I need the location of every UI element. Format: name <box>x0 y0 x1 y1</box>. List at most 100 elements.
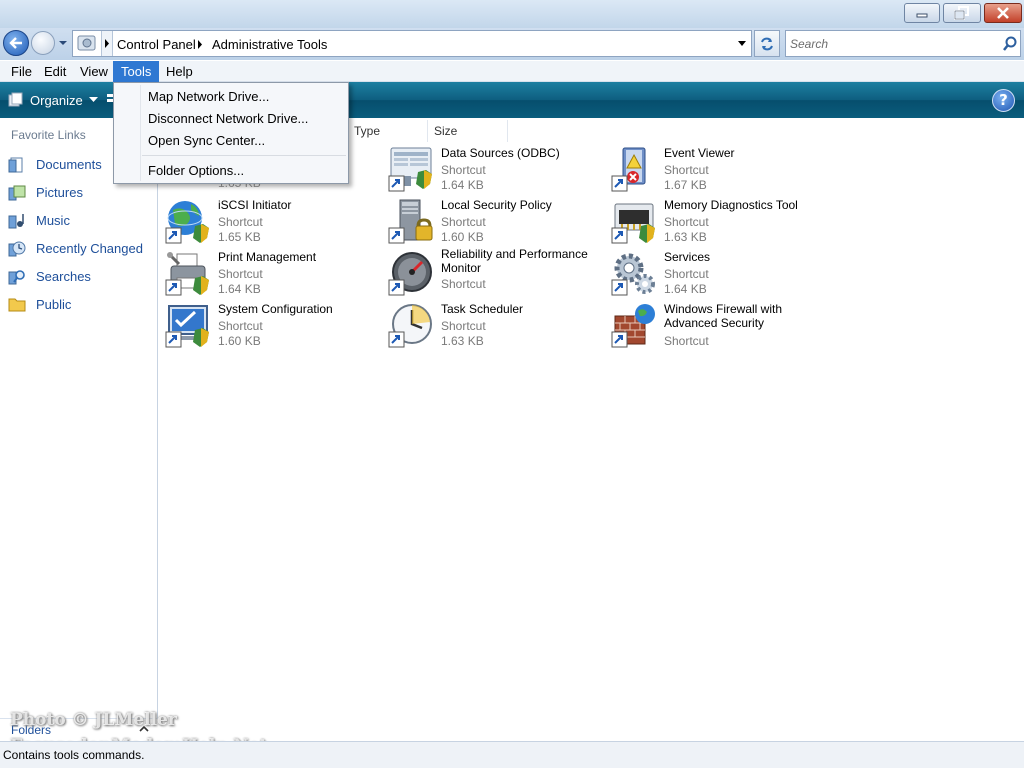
organize-button[interactable]: Organize <box>8 91 98 109</box>
favlink-recently-changed[interactable]: Recently Changed <box>8 238 143 258</box>
menu-gutter <box>140 85 141 181</box>
menu-item-folder-options[interactable]: Folder Options... <box>148 163 244 178</box>
file-item-memory-diagnostics-tool[interactable]: Memory Diagnostics Tool Shortcut 1.63 KB <box>606 196 826 246</box>
favlink-label: Public <box>36 296 72 312</box>
file-item-services[interactable]: Services Shortcut 1.64 KB <box>606 248 826 298</box>
address-row: Control Panel Administrative Tools <box>0 28 1024 60</box>
address-separator[interactable] <box>101 31 113 56</box>
search-icon[interactable] <box>1003 36 1017 52</box>
help-icon[interactable]: ? <box>992 89 1015 112</box>
printer-icon <box>165 252 209 296</box>
file-item-type: Shortcut <box>218 215 263 229</box>
menu-item-map-network-drive[interactable]: Map Network Drive... <box>148 89 269 104</box>
restore-button[interactable] <box>943 3 981 23</box>
performance-gauge-icon <box>388 252 432 296</box>
documents-icon <box>8 157 23 173</box>
file-item-name: Services <box>664 250 711 264</box>
menu-separator <box>142 155 346 156</box>
menu-file[interactable]: File <box>3 61 40 82</box>
search-input[interactable] <box>790 35 990 53</box>
file-item-type: Shortcut <box>441 163 486 177</box>
menu-item-open-sync-center[interactable]: Open Sync Center... <box>148 133 265 148</box>
menu-bar: File Edit View Tools Help <box>0 61 1024 82</box>
address-dropdown-icon[interactable] <box>737 40 747 48</box>
file-item-size: 1.63 KB <box>441 334 484 348</box>
file-item-size: 1.67 KB <box>664 178 707 192</box>
menu-item-disconnect-network-drive[interactable]: Disconnect Network Drive... <box>148 111 308 126</box>
favlink-label: Documents <box>36 156 102 172</box>
file-item-name: Task Scheduler <box>441 302 524 316</box>
file-item-local-security-policy[interactable]: Local Security Policy Shortcut 1.60 KB <box>383 196 603 246</box>
title-bar <box>0 0 1024 28</box>
file-item-windows-firewall[interactable]: Windows Firewall with Advanced Security … <box>606 300 826 350</box>
file-item-size: 1.60 KB <box>441 230 484 244</box>
file-item-type: Shortcut <box>664 267 709 281</box>
file-item-size: 1.65 KB <box>218 230 261 244</box>
close-button[interactable] <box>984 3 1022 23</box>
file-item-name: iSCSI Initiator <box>218 198 292 212</box>
back-button[interactable] <box>3 30 29 56</box>
menu-help[interactable]: Help <box>158 61 201 82</box>
recent-pages-dropdown-icon[interactable] <box>58 38 68 48</box>
status-bar: Contains tools commands. <box>0 741 1024 768</box>
favlink-label: Music <box>36 212 70 228</box>
file-item-data-sources[interactable]: Data Sources (ODBC) Shortcut 1.64 KB <box>383 144 603 194</box>
file-item-type: Shortcut <box>664 163 709 177</box>
control-panel-icon <box>77 35 96 51</box>
searches-icon <box>8 270 25 285</box>
column-header-type[interactable]: Type <box>348 120 428 142</box>
close-icon <box>997 7 1009 19</box>
event-viewer-icon <box>611 147 646 192</box>
file-item-name: Windows Firewall with Advanced Security <box>664 302 783 330</box>
navigation-pane: Favorite Links Documents Pictures Music … <box>0 118 158 741</box>
organize-label: Organize <box>30 92 83 108</box>
menu-tools[interactable]: Tools <box>113 61 160 82</box>
forward-button[interactable] <box>31 31 55 55</box>
favorite-links-title: Favorite Links <box>11 128 86 142</box>
breadcrumb-control-panel[interactable]: Control Panel <box>117 37 196 52</box>
task-scheduler-clock-icon <box>388 304 432 348</box>
restore-icon <box>954 6 969 20</box>
chevron-down-icon <box>88 97 98 102</box>
favlink-label: Pictures <box>36 184 83 200</box>
system-config-icon <box>165 305 209 348</box>
firewall-icon <box>611 304 655 348</box>
favlink-label: Recently Changed <box>36 240 143 256</box>
file-item-name: Reliability and Performance Monitor <box>441 247 588 275</box>
address-bar[interactable]: Control Panel Administrative Tools <box>72 30 752 57</box>
file-item-name: Memory Diagnostics Tool <box>664 198 798 212</box>
file-item-type: Shortcut <box>664 215 709 229</box>
security-policy-icon <box>388 199 433 244</box>
menu-edit[interactable]: Edit <box>36 61 74 82</box>
column-header-size[interactable]: Size <box>428 120 508 142</box>
chevron-right-icon <box>105 39 109 48</box>
file-item-name: System Configuration <box>218 302 333 316</box>
file-item-event-viewer[interactable]: Event Viewer Shortcut 1.67 KB <box>606 144 826 194</box>
favlink-music[interactable]: Music <box>8 210 70 230</box>
file-item-type: Shortcut <box>218 319 263 333</box>
iscsi-globe-icon <box>165 201 209 244</box>
favlink-documents[interactable]: Documents <box>8 154 102 174</box>
services-gears-icon <box>611 253 655 296</box>
minimize-icon <box>916 13 928 18</box>
minimize-button[interactable] <box>904 3 940 23</box>
menu-view[interactable]: View <box>72 61 116 82</box>
favlink-pictures[interactable]: Pictures <box>8 182 83 202</box>
file-item-reliability-performance-monitor[interactable]: Reliability and Performance Monitor Shor… <box>383 247 603 298</box>
public-folder-icon <box>8 298 26 312</box>
file-item-size: 1.64 KB <box>664 282 707 296</box>
pictures-icon <box>8 185 26 201</box>
music-icon <box>8 214 24 229</box>
favlink-public[interactable]: Public <box>8 294 71 314</box>
refresh-button[interactable] <box>754 30 780 57</box>
file-item-iscsi-initiator[interactable]: iSCSI Initiator Shortcut 1.65 KB <box>160 196 380 246</box>
file-item-task-scheduler[interactable]: Task Scheduler Shortcut 1.63 KB <box>383 300 603 350</box>
chevron-right-icon[interactable] <box>197 40 203 49</box>
file-item-system-configuration[interactable]: System Configuration Shortcut 1.60 KB <box>160 300 380 350</box>
favlink-label: Searches <box>36 268 91 284</box>
file-item-type: Shortcut <box>441 277 486 291</box>
favlink-searches[interactable]: Searches <box>8 266 91 286</box>
breadcrumb-administrative-tools[interactable]: Administrative Tools <box>212 37 327 52</box>
watermark-line-1: Photo © JLMeller <box>10 710 177 730</box>
file-item-print-management[interactable]: Print Management Shortcut 1.64 KB <box>160 248 380 298</box>
